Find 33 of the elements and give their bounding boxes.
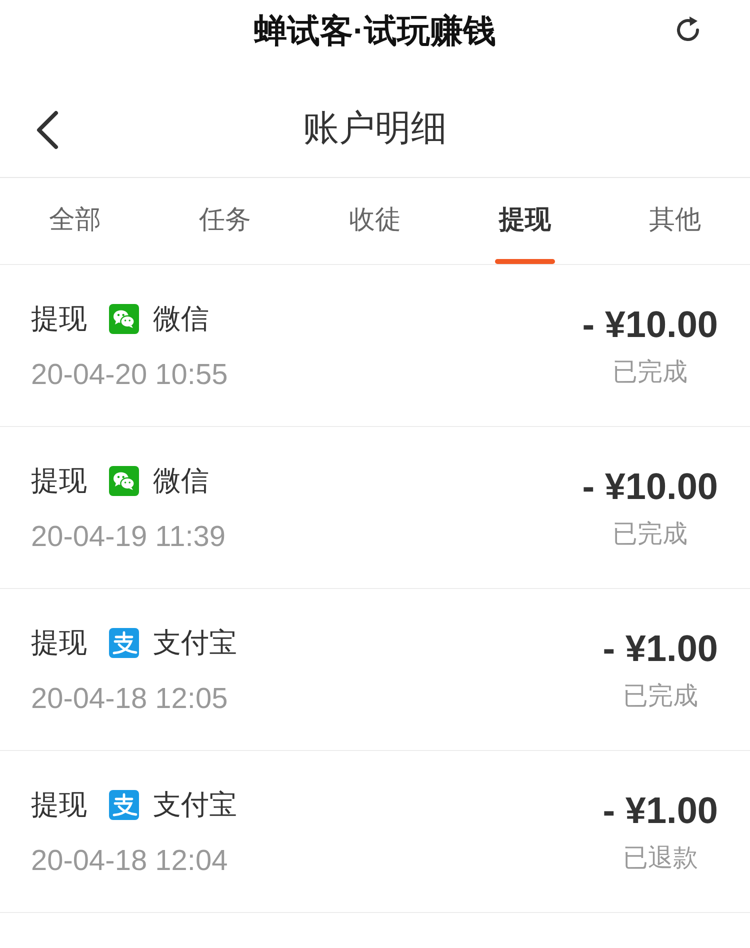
- tab[interactable]: 其他: [649, 201, 701, 237]
- record-time: 20-04-18 12:04: [31, 844, 229, 879]
- record-type: 提现: [31, 788, 87, 822]
- record-status: 已完成: [612, 357, 688, 388]
- tab[interactable]: 全部: [49, 201, 101, 237]
- back-icon[interactable]: [34, 110, 60, 150]
- tab-indicator: [495, 259, 555, 264]
- payment-method: 微信: [153, 302, 209, 336]
- payment-method: 支付宝: [153, 626, 237, 660]
- chat-bubbles-icon: [109, 466, 139, 496]
- tab[interactable]: 收徒: [349, 201, 401, 237]
- tab[interactable]: 提现: [499, 201, 551, 237]
- payment-logo-icon: [109, 790, 139, 820]
- amount: - ¥1.00: [602, 790, 718, 832]
- tab[interactable]: 任务: [199, 201, 251, 237]
- record-time: 20-04-20 10:55: [31, 358, 228, 393]
- payment-method: 微信: [153, 464, 209, 498]
- amount: - ¥10.00: [582, 304, 718, 346]
- chat-bubbles-icon: [109, 304, 139, 334]
- record-type: 提现: [31, 302, 87, 336]
- record-time: 20-04-19 11:39: [31, 520, 226, 555]
- record-type: 提现: [31, 626, 87, 660]
- amount: - ¥10.00: [582, 466, 718, 508]
- amount: - ¥1.00: [602, 628, 718, 670]
- record-status: 已退款: [622, 843, 698, 874]
- app-title: 蝉试客·试玩赚钱: [254, 11, 496, 51]
- record-type: 提现: [31, 464, 87, 498]
- payment-method: 支付宝: [153, 788, 237, 822]
- record-time: 20-04-18 12:05: [31, 682, 229, 717]
- record-status: 已完成: [622, 681, 698, 712]
- payment-logo-icon: [109, 628, 139, 658]
- page-title: 账户明细: [303, 106, 447, 150]
- record-status: 已完成: [612, 519, 688, 550]
